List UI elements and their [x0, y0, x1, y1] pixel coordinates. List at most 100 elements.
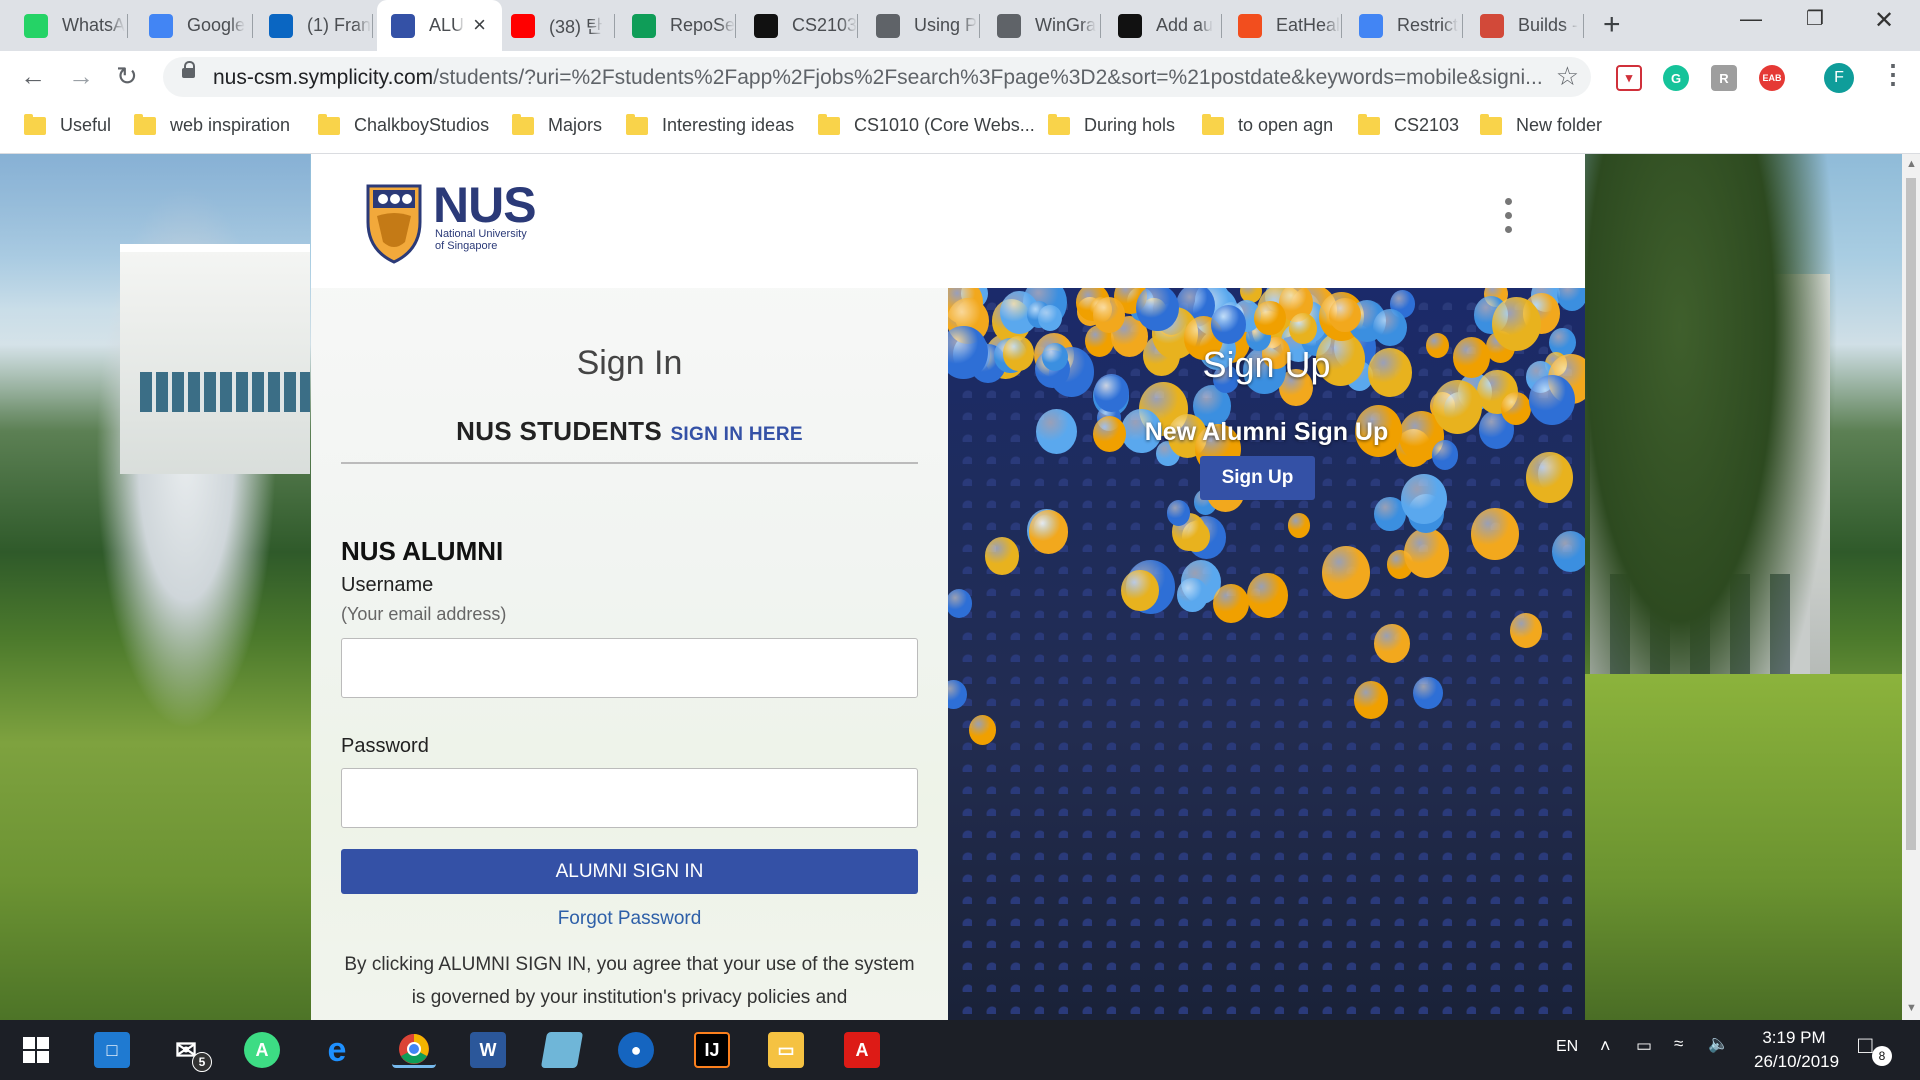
- close-window-button[interactable]: ✕: [1874, 6, 1894, 35]
- username-label: Username: [341, 574, 434, 596]
- tab-strip: WhatsA Google (1) Fran ALU × (38) 탄 RepoSe CS21…: [0, 0, 1920, 51]
- menu-kebab-icon[interactable]: ⋮: [1880, 59, 1906, 90]
- card-header: NUS National University of Singapore: [311, 154, 1585, 288]
- folder-icon: [1202, 113, 1224, 135]
- bookmark-folder[interactable]: web inspiration: [134, 113, 291, 136]
- tab[interactable]: Add au: [1104, 0, 1222, 51]
- scroll-up-icon[interactable]: ▲: [1906, 158, 1917, 170]
- campus-lawn-right: [1585, 674, 1902, 1020]
- balloon: [1557, 288, 1585, 312]
- adblock-extension-icon[interactable]: EAB: [1759, 65, 1785, 91]
- bookmark-folder[interactable]: CS2103: [1358, 113, 1459, 136]
- balloon: [1413, 676, 1443, 710]
- tab-label: Builds -: [1518, 15, 1579, 35]
- chrome-icon[interactable]: [392, 1032, 436, 1068]
- word-icon[interactable]: W: [470, 1032, 506, 1068]
- bookmark-label: ChalkboyStudios: [354, 115, 490, 135]
- forward-button[interactable]: →: [68, 61, 94, 92]
- new-tab-button[interactable]: +: [1603, 8, 1621, 42]
- tab[interactable]: (1) Fran: [255, 0, 373, 51]
- mail-icon[interactable]: ✉ 5: [168, 1032, 212, 1072]
- bookmark-folder[interactable]: During hols: [1048, 113, 1175, 136]
- google-icon: [149, 13, 173, 38]
- grammarly-extension-icon[interactable]: G: [1663, 65, 1689, 91]
- tab[interactable]: EatHeal: [1224, 0, 1342, 51]
- nus-logo[interactable]: NUS National University of Singapore: [365, 177, 545, 264]
- page-icon: [391, 13, 415, 38]
- reload-button[interactable]: ↻: [116, 61, 138, 92]
- bookmark-folder[interactable]: New folder: [1480, 113, 1602, 136]
- tab[interactable]: RepoSe: [618, 0, 736, 51]
- sign-up-button[interactable]: Sign Up: [1200, 456, 1315, 500]
- students-label: NUS STUDENTS: [456, 416, 662, 446]
- notes-icon[interactable]: [540, 1032, 584, 1068]
- page-scrollbar[interactable]: ▲ ▼: [1902, 154, 1920, 1020]
- angular-icon[interactable]: A: [844, 1032, 880, 1068]
- clock[interactable]: 3:19 PM 26/10/2019: [1754, 1028, 1840, 1072]
- bookmark-folder[interactable]: CS1010 (Core Webs...: [818, 113, 1035, 136]
- scrollbar-thumb[interactable]: [1906, 178, 1916, 850]
- bookmark-folder[interactable]: to open agn: [1202, 113, 1333, 136]
- minimize-button[interactable]: —: [1740, 6, 1762, 32]
- tab-label: ALU: [429, 15, 465, 35]
- tab[interactable]: WhatsA: [10, 0, 128, 51]
- logo-subtitle-line2: of Singapore: [435, 240, 498, 252]
- forgot-password-link[interactable]: Forgot Password: [311, 908, 948, 930]
- extension-icon[interactable]: R: [1711, 65, 1737, 91]
- logo-subtitle-line1: National University: [435, 228, 527, 240]
- tab[interactable]: Builds -: [1466, 0, 1584, 51]
- bookmark-label: web inspiration: [170, 115, 291, 135]
- tab[interactable]: Restrict: [1345, 0, 1463, 51]
- balloon: [1401, 474, 1447, 524]
- url-text[interactable]: nus-csm.symplicity.com/students/?uri=%2F…: [213, 66, 1543, 90]
- username-input[interactable]: [341, 638, 918, 698]
- wifi-icon[interactable]: ≈: [1674, 1034, 1683, 1054]
- logo-subtitle: National University of Singapore: [435, 228, 527, 252]
- android-studio-icon[interactable]: A: [244, 1032, 280, 1068]
- notifications-badge: 8: [1872, 1046, 1892, 1066]
- profile-avatar[interactable]: F: [1824, 63, 1854, 93]
- lock-icon: [182, 61, 195, 78]
- balloon: [1254, 300, 1286, 335]
- maps-icon[interactable]: ●: [618, 1032, 654, 1068]
- tab[interactable]: CS2103: [740, 0, 858, 51]
- language-indicator[interactable]: EN: [1556, 1038, 1578, 1056]
- password-input[interactable]: [341, 768, 918, 828]
- folder-icon: [818, 113, 840, 135]
- tab[interactable]: Using P: [862, 0, 980, 51]
- tab-separator: [1583, 14, 1584, 38]
- intellij-icon[interactable]: IJ: [694, 1032, 730, 1068]
- bookmark-folder[interactable]: Majors: [512, 113, 602, 136]
- notifications-icon[interactable]: □ 8: [1858, 1032, 1892, 1066]
- tab[interactable]: ALU ×: [377, 0, 502, 51]
- username-hint: (Your email address): [341, 604, 507, 624]
- bookmark-folder[interactable]: Interesting ideas: [626, 113, 794, 136]
- volume-icon[interactable]: 🔈: [1708, 1034, 1729, 1054]
- edge-icon[interactable]: e: [319, 1031, 355, 1069]
- windows-start-icon[interactable]: [18, 1032, 54, 1068]
- bookmark-star-icon[interactable]: ☆: [1556, 61, 1579, 92]
- close-tab-icon[interactable]: ×: [473, 12, 486, 38]
- balloon: [1247, 572, 1288, 618]
- page-menu-icon[interactable]: [1505, 198, 1513, 238]
- battery-icon[interactable]: ▭: [1636, 1036, 1652, 1056]
- restore-button[interactable]: ❐: [1806, 6, 1824, 31]
- clock-date: 26/10/2019: [1754, 1052, 1840, 1071]
- pocket-extension-icon[interactable]: ▾: [1616, 65, 1642, 91]
- bookmark-folder[interactable]: Useful: [24, 113, 111, 136]
- tab[interactable]: WinGra: [983, 0, 1101, 51]
- trello-icon[interactable]: □: [94, 1032, 130, 1068]
- tab[interactable]: (38) 탄: [497, 0, 615, 51]
- back-button[interactable]: ←: [20, 61, 46, 92]
- bookmark-folder[interactable]: ChalkboyStudios: [318, 113, 490, 136]
- terms-text: By clicking ALUMNI SIGN IN, you agree th…: [344, 954, 915, 1008]
- address-bar[interactable]: nus-csm.symplicity.com/students/?uri=%2F…: [163, 57, 1591, 97]
- scroll-down-icon[interactable]: ▼: [1906, 1002, 1917, 1014]
- tab-separator: [1462, 14, 1463, 38]
- tray-chevron-icon[interactable]: ˄: [1600, 1036, 1611, 1057]
- alumni-sign-in-button[interactable]: ALUMNI SIGN IN: [341, 849, 918, 894]
- students-sign-in-link[interactable]: SIGN IN HERE: [670, 424, 802, 445]
- url-host: nus-csm.symplicity.com: [213, 66, 434, 89]
- file-explorer-icon[interactable]: ▭: [768, 1032, 804, 1068]
- tab[interactable]: Google: [135, 0, 253, 51]
